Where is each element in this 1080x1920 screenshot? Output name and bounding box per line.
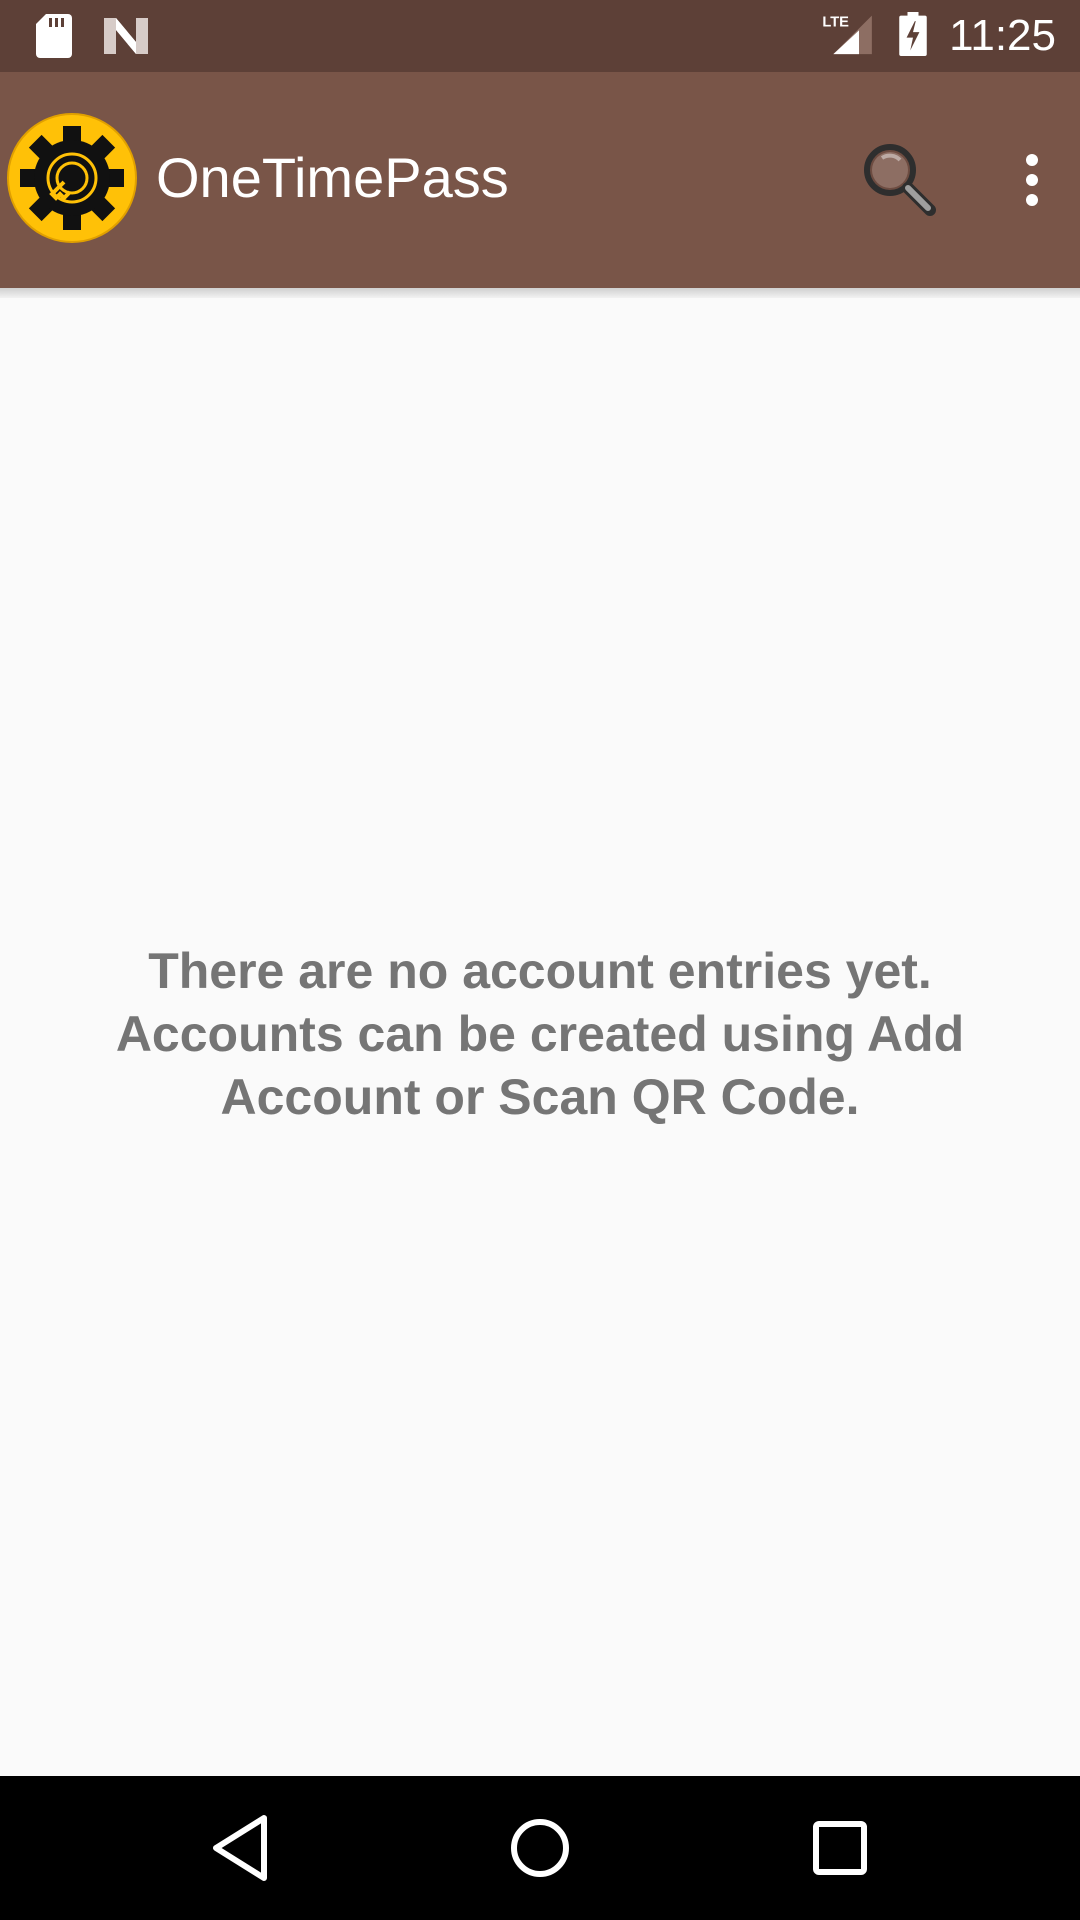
back-icon[interactable] [204, 1810, 280, 1886]
app-title: OneTimePass [156, 146, 509, 209]
status-time: 11:25 [949, 11, 1056, 60]
home-icon[interactable] [502, 1810, 578, 1886]
recents-icon[interactable] [802, 1810, 878, 1886]
onetimepass-logo-icon [7, 113, 137, 243]
more-vert-icon[interactable] [1006, 144, 1058, 216]
status-bar: LTE 11:25 [0, 0, 1080, 72]
lte-signal-icon: LTE [822, 15, 872, 55]
sd-card-icon [36, 14, 72, 58]
n-notification-icon [104, 18, 148, 54]
lte-label: LTE [822, 15, 849, 31]
screen: LTE 11:25 OneTimePass There are no accou… [0, 0, 1080, 1920]
search-icon[interactable] [856, 136, 940, 220]
empty-state-message: There are no account entries yet. Accoun… [115, 943, 965, 1125]
app-bar-shadow [0, 288, 1080, 298]
battery-charging-icon [899, 12, 927, 56]
